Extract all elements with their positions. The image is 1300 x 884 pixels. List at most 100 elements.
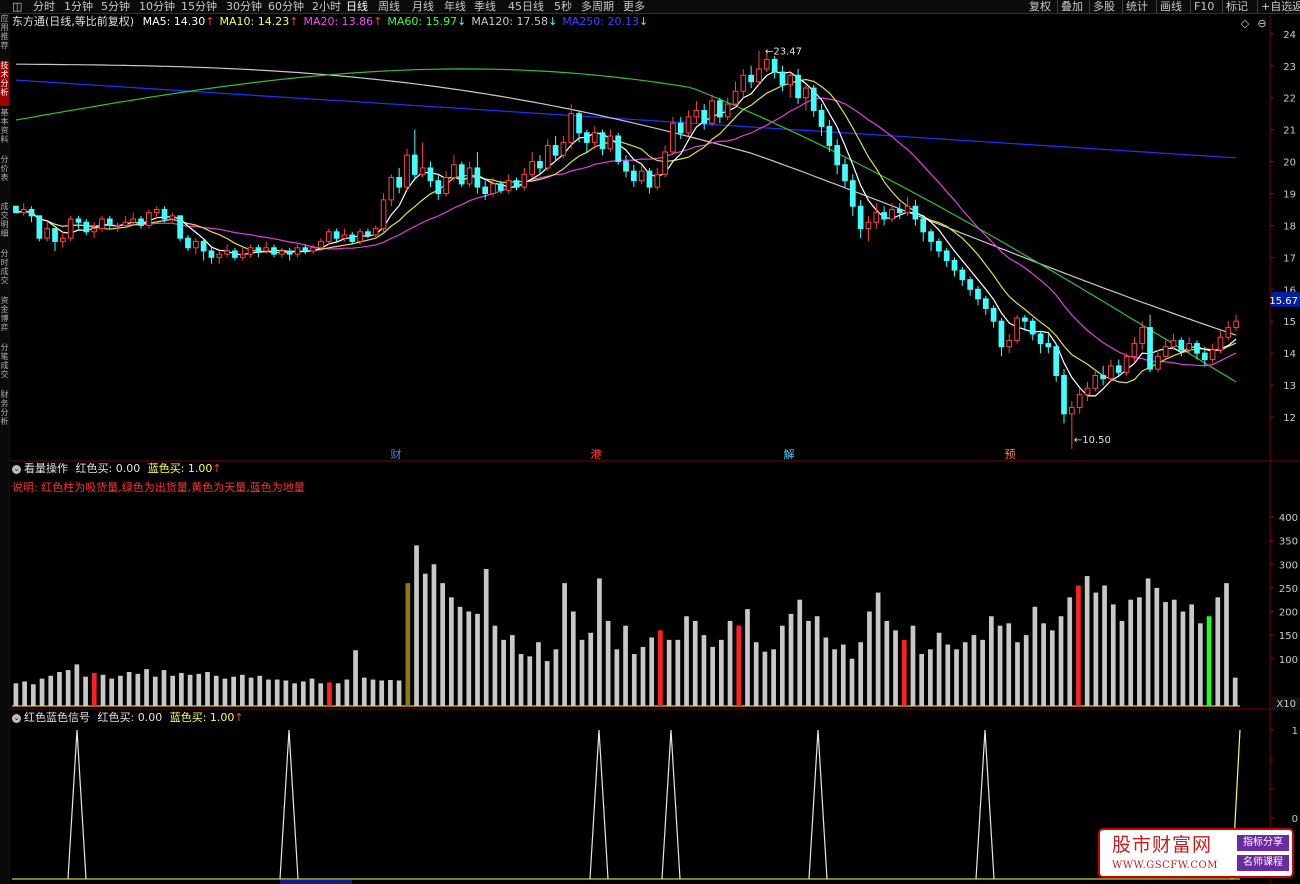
volume-bar — [1102, 585, 1107, 706]
candle-body — [849, 180, 856, 207]
volume-bar — [187, 674, 193, 706]
candle-body — [146, 212, 152, 226]
candle-body — [372, 228, 379, 236]
candle-body — [1115, 365, 1122, 373]
volume-bar — [170, 675, 176, 706]
candle-body — [771, 58, 778, 73]
volume-bar — [422, 573, 428, 706]
candle-body — [59, 237, 66, 242]
candle-body — [623, 161, 629, 172]
candle-body — [943, 250, 950, 262]
volume-bar — [753, 642, 759, 706]
candle-body — [982, 298, 989, 309]
candle-body — [1092, 374, 1099, 389]
volume-bar — [292, 683, 297, 706]
price-tick-label: 19 — [1283, 189, 1296, 200]
volume-bar — [762, 651, 768, 706]
volume-bar — [727, 620, 733, 706]
candle-body — [779, 71, 786, 86]
volume-bar — [980, 639, 985, 706]
watermark-tag-indicator: 指标分享 — [1237, 835, 1289, 851]
volume-bar — [649, 637, 655, 706]
volume-bar — [1049, 630, 1055, 706]
volume-bar — [867, 611, 872, 706]
candle-body — [803, 87, 809, 99]
ma5-line — [15, 70, 1237, 397]
candle-body — [419, 167, 426, 175]
candle-body — [310, 247, 316, 252]
candle-body — [1029, 320, 1036, 335]
price-tick-label: 17 — [1283, 253, 1296, 264]
volume-bar — [466, 611, 472, 706]
chart-canvas[interactable]: 2423222120191817161514131215.67◇ ⊖←23.47←… — [0, 0, 1300, 884]
volume-bar — [1093, 592, 1099, 706]
current-price-label: 15.67 — [1269, 296, 1298, 307]
volume-bar — [335, 683, 341, 706]
candle-body — [224, 250, 230, 255]
volume-tick-label: 400 — [1279, 513, 1298, 524]
diamond-icon: ◇ — [1241, 17, 1250, 30]
candle-body — [936, 240, 942, 252]
volume-bar — [205, 671, 210, 706]
volume-bar — [1023, 635, 1029, 706]
volume-bar — [1232, 677, 1238, 706]
volume-bar — [928, 649, 933, 706]
signal-spike — [279, 729, 299, 880]
candle-body — [630, 170, 637, 182]
candle-body — [912, 205, 919, 220]
candle-body — [482, 186, 489, 194]
volume-bar — [492, 625, 498, 706]
candle-body — [1155, 355, 1161, 370]
volume-bar — [1015, 642, 1020, 706]
volume-bar — [1215, 597, 1221, 706]
volume-bar — [832, 649, 837, 706]
volume-bar — [457, 606, 463, 706]
candle-body — [138, 218, 144, 226]
candle-body — [1014, 317, 1020, 341]
volume-bar — [266, 679, 271, 706]
candle-body — [286, 250, 293, 255]
candle-body — [709, 100, 715, 124]
candle-body — [990, 307, 997, 322]
volume-bar — [248, 677, 254, 706]
volume-bar — [57, 671, 62, 706]
candle-body — [865, 221, 872, 230]
candle-body — [959, 269, 966, 281]
volume-bar — [1171, 599, 1177, 706]
volume-bar — [849, 658, 855, 706]
scrollbar-thumb[interactable] — [280, 880, 352, 884]
candle-body — [748, 74, 754, 83]
volume-bar — [570, 611, 576, 706]
candle-body — [975, 288, 981, 300]
candle-body — [998, 320, 1005, 348]
volume-bar — [719, 639, 724, 706]
volume-bar — [1084, 576, 1090, 706]
volume-bar — [936, 632, 942, 706]
candle-body — [513, 180, 520, 188]
volume-bar — [945, 644, 951, 706]
candle-body — [1045, 343, 1052, 348]
volume-bar — [518, 654, 524, 706]
candle-body — [544, 145, 551, 169]
candle-body — [247, 247, 254, 255]
ma120-line — [15, 63, 1237, 336]
candle-body — [591, 132, 598, 143]
volume-bar — [901, 639, 907, 706]
volume-bar — [962, 642, 968, 706]
candle-body — [646, 170, 653, 188]
candle-body — [857, 205, 864, 230]
candle-body — [200, 240, 207, 252]
candle-body — [763, 58, 770, 70]
volume-bar — [605, 620, 611, 706]
candle-body — [263, 247, 270, 252]
volume-bar — [318, 683, 324, 706]
candle-body — [1162, 346, 1169, 357]
event-marker: 港 — [591, 448, 602, 461]
volume-bar — [48, 675, 54, 706]
volume-bar — [614, 649, 620, 706]
candle-body — [928, 231, 934, 242]
volume-bar — [431, 564, 437, 706]
volume-tick-label: 300 — [1279, 560, 1298, 571]
candle-body — [584, 132, 590, 143]
candle-body — [239, 253, 246, 258]
